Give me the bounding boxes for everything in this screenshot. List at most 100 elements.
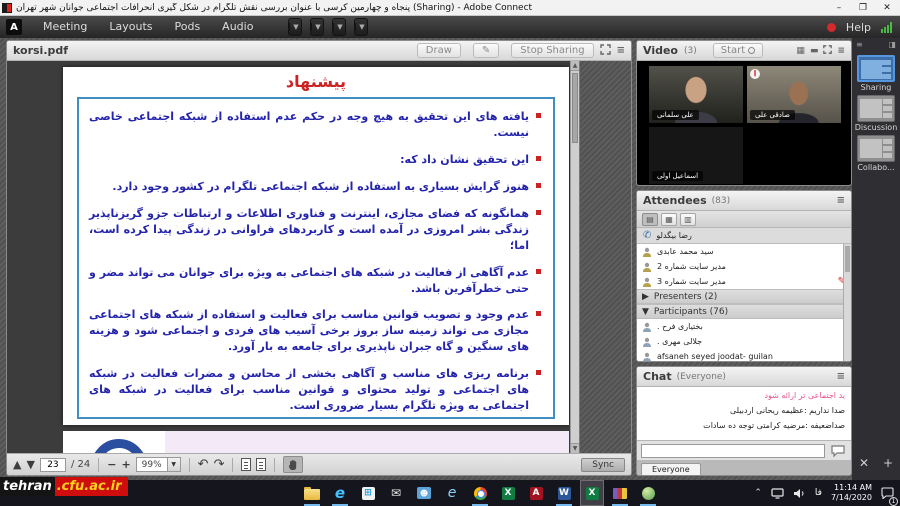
people-icon[interactable]: ☻ xyxy=(412,480,436,506)
zoom-out-icon[interactable]: − xyxy=(107,458,116,471)
fit-width-icon[interactable] xyxy=(256,458,266,471)
minimize-button[interactable]: – xyxy=(828,3,850,13)
attendees-scrollbar[interactable] xyxy=(843,244,851,361)
file-explorer-icon[interactable] xyxy=(300,480,324,506)
university-ring-logo xyxy=(91,439,147,453)
attendee-row[interactable]: مدیر سایت شماره 3 ✎ xyxy=(637,274,851,289)
winrar-icon[interactable] xyxy=(608,480,632,506)
menu-help[interactable]: Help xyxy=(846,21,871,34)
microsoft-store-icon[interactable]: ⊞ xyxy=(356,480,380,506)
document-view[interactable]: پیشنهاد یافته های این تحقیق به هیچ وجه د… xyxy=(7,61,579,453)
close-button[interactable]: ✕ xyxy=(876,3,898,13)
video-tile[interactable]: ‖ صادقی علی xyxy=(747,66,841,123)
grid-view-icon[interactable]: ▦ xyxy=(796,46,805,56)
pin-panel-icon[interactable]: ◨ xyxy=(888,40,896,52)
presenters-group-header[interactable]: ▶ Presenters (2) xyxy=(637,289,851,304)
page-total-label: / 24 xyxy=(71,459,90,470)
attendee-row[interactable]: سید محمد عابدی xyxy=(637,244,851,259)
page-up-icon[interactable]: ▲ xyxy=(13,458,21,471)
excel-active-icon[interactable]: X xyxy=(580,480,604,506)
fit-page-icon[interactable] xyxy=(241,458,251,471)
rotate-right-icon[interactable]: ↷ xyxy=(214,457,225,472)
document-toolbar: ▲ ▼ / 24 − + 99% ▼ ↶ ↷ Sync xyxy=(7,453,631,475)
attendee-row[interactable]: مدیر سایت شماره 2 xyxy=(637,259,851,274)
attendee-grid-view-icon[interactable]: ▦ xyxy=(661,213,677,226)
speaker-button[interactable]: ▼ xyxy=(288,18,302,36)
chat-tab-everyone[interactable]: Everyone xyxy=(641,463,701,475)
video-fullscreen-icon[interactable] xyxy=(823,45,832,57)
attendees-pod-title: Attendees xyxy=(643,194,707,207)
webcam-button[interactable]: ▼ xyxy=(332,18,346,36)
add-layout-icon[interactable]: + xyxy=(883,456,893,470)
hand-tool-button[interactable] xyxy=(283,456,303,473)
attendees-pod-menu-icon[interactable]: ≡ xyxy=(837,195,845,206)
delete-layout-icon[interactable]: ✕ xyxy=(859,456,869,470)
menu-audio[interactable]: Audio xyxy=(211,16,264,38)
acrobat-icon[interactable]: A xyxy=(524,480,548,506)
edge-icon[interactable]: e xyxy=(328,480,352,506)
microphone-button[interactable]: ▼ xyxy=(310,18,324,36)
webcam-dropdown-icon[interactable]: ▼ xyxy=(333,23,345,31)
video-tile[interactable]: ‖ علی سلمانی xyxy=(649,66,743,123)
zoom-level-select[interactable]: 99% ▼ xyxy=(136,457,181,472)
attendee-card-view-icon[interactable]: ▥ xyxy=(680,213,696,226)
filmstrip-view-icon[interactable]: ▬ xyxy=(810,46,819,56)
rotate-left-icon[interactable]: ↶ xyxy=(198,457,209,472)
word-icon[interactable]: W xyxy=(552,480,576,506)
restore-button[interactable]: ❐ xyxy=(852,3,874,13)
zoom-dropdown-icon[interactable]: ▼ xyxy=(167,458,180,471)
speaker-dropdown-icon[interactable]: ▼ xyxy=(289,23,301,31)
scrollbar-thumb[interactable] xyxy=(572,73,578,143)
send-message-icon[interactable] xyxy=(829,443,847,458)
layouts-menu-icon[interactable]: ≡ xyxy=(856,40,863,52)
menu-pods[interactable]: Pods xyxy=(163,16,211,38)
layout-thumbnail[interactable] xyxy=(857,95,895,122)
document-scrollbar[interactable]: ▲ ▼ xyxy=(570,61,579,453)
network-icon[interactable] xyxy=(771,484,784,503)
zoom-in-icon[interactable]: + xyxy=(121,458,130,471)
stop-sharing-button[interactable]: Stop Sharing xyxy=(511,43,593,58)
layout-item[interactable]: Sharing xyxy=(855,55,898,92)
slide-bullet: عدم آگاهی از فعالیت در شبکه های اجتماعی … xyxy=(89,265,541,297)
attendee-row[interactable]: afsaneh seyed joodat- guilan xyxy=(637,349,851,361)
attendee-list-view-icon[interactable]: ▤ xyxy=(642,213,658,226)
layout-thumbnail[interactable] xyxy=(857,55,895,82)
participants-group-header[interactable]: ▼ Participants (76) xyxy=(637,304,851,319)
microphone-dropdown-icon[interactable]: ▼ xyxy=(311,23,323,31)
connection-status-icon[interactable] xyxy=(881,22,892,33)
sync-button[interactable]: Sync xyxy=(581,458,625,472)
volume-icon[interactable] xyxy=(793,484,806,503)
menu-layouts[interactable]: Layouts xyxy=(98,16,163,38)
page-down-icon[interactable]: ▼ xyxy=(26,458,34,471)
video-tile[interactable]: ‖ اسماعیل اولی xyxy=(649,127,743,184)
tray-chevron-icon[interactable]: ⌃ xyxy=(754,488,762,498)
status-dropdown-icon[interactable]: ▼ xyxy=(355,23,367,31)
attendee-row[interactable]: بختیاری فرح . xyxy=(637,319,851,334)
internet-explorer-icon[interactable]: e xyxy=(440,480,464,506)
layout-item[interactable]: Collabo... xyxy=(855,135,898,172)
pointer-tool-icon[interactable]: ✎ xyxy=(473,43,499,58)
host-icon xyxy=(642,277,652,287)
start-webcam-button[interactable]: Start xyxy=(713,43,763,58)
menu-meeting[interactable]: Meeting xyxy=(32,16,98,38)
layout-thumbnail[interactable] xyxy=(857,135,895,162)
chat-pod-menu-icon[interactable]: ≡ xyxy=(837,371,845,382)
mail-icon[interactable]: ✉ xyxy=(384,480,408,506)
fullscreen-icon[interactable] xyxy=(600,44,611,58)
chrome-icon[interactable] xyxy=(468,480,492,506)
meeting-room-background: korsi.pdf Draw ✎ Stop Sharing ≡ پیشنهاد xyxy=(0,38,900,480)
page-number-input[interactable] xyxy=(40,458,66,472)
share-pod-menu-icon[interactable]: ≡ xyxy=(617,45,625,56)
language-indicator[interactable]: فا xyxy=(815,488,822,498)
slide-bullet: هنوز گرایش بسیاری به استفاده از شبکه اجت… xyxy=(89,179,541,195)
chat-message-input[interactable] xyxy=(641,444,825,458)
video-pod-menu-icon[interactable]: ≡ xyxy=(837,46,845,56)
clock[interactable]: 11:14 AM 7/14/2020 xyxy=(831,483,872,503)
attendee-row[interactable]: جلالی مهری . xyxy=(637,334,851,349)
set-status-button[interactable]: ▼ xyxy=(354,18,368,36)
download-manager-icon[interactable] xyxy=(636,480,660,506)
draw-button[interactable]: Draw xyxy=(417,43,461,58)
layout-item[interactable]: Discussion xyxy=(855,95,898,132)
excel-icon[interactable]: X xyxy=(496,480,520,506)
notification-center-icon[interactable]: 1 xyxy=(881,484,894,503)
